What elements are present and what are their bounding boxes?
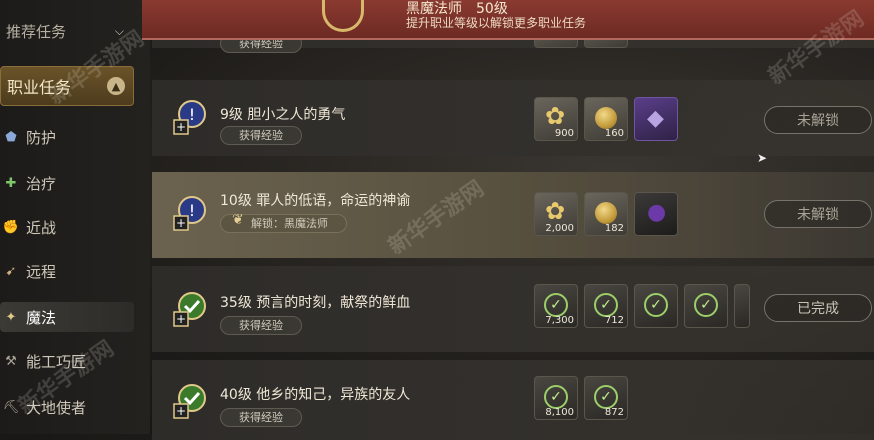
exp-reward[interactable]: 900: [534, 97, 578, 141]
sidebar-item-ranged[interactable]: ➹ 远程: [0, 256, 134, 286]
sidebar-item-healer[interactable]: ✚ 治疗: [0, 168, 134, 198]
quest-title: 10级 罪人的低语，命运的神谕: [220, 193, 411, 209]
gil-reward[interactable]: 182: [584, 192, 628, 236]
banner-subtitle: 提升职业等级以解锁更多职业任务: [406, 16, 587, 30]
svg-text:+: +: [176, 120, 186, 134]
exp-reward[interactable]: 2,000: [534, 192, 578, 236]
status-completed-button[interactable]: 已完成: [764, 294, 872, 322]
sidebar-item-tank[interactable]: ⬟ 防护: [0, 122, 134, 152]
shield-icon: ⬟: [5, 129, 17, 145]
sidebar-item-label: 近战: [26, 218, 57, 237]
unlock-icon: ❦: [232, 212, 244, 228]
reward-claimed[interactable]: ✓ 8,100: [534, 376, 578, 420]
reward-amount: 900: [554, 128, 574, 139]
quest-row-selected[interactable]: ! + 10级 罪人的低语，命运的神谕 解锁：黑魔法师 ❦ 2,000 182 …: [152, 172, 874, 258]
check-icon: ✓: [544, 385, 568, 409]
quest-title: 35级 预言的时刻，献祭的鲜血: [220, 295, 411, 311]
reward-amount: 8,100: [545, 407, 574, 418]
check-icon: ✓: [594, 385, 618, 409]
reward-claimed[interactable]: ✓ 712: [584, 284, 628, 328]
reward-amount: 182: [604, 223, 624, 234]
recommended-quests-label: 推荐任务: [6, 22, 67, 41]
svg-text:!: !: [189, 105, 195, 124]
sidebar-item-label: 远程: [26, 262, 57, 281]
sidebar-item-label: 防护: [26, 128, 57, 147]
svg-text:+: +: [176, 312, 186, 326]
quest-row[interactable]: + 35级 预言的时刻，献祭的鲜血 获得经验 ✓ 7,300 ✓ 712 ✓ ✓ 已…: [152, 266, 874, 352]
reward-claimed[interactable]: ✓: [634, 284, 678, 328]
reward-amount: 7,300: [545, 315, 574, 326]
check-icon: ✓: [594, 293, 618, 317]
quest-tag: 获得经验: [220, 126, 302, 145]
status-locked-button[interactable]: 未解锁: [764, 106, 872, 134]
fist-icon: ✊: [2, 219, 20, 235]
quest-locked-icon: ! +: [173, 196, 206, 231]
reward-claimed[interactable]: ✓ 7,300: [534, 284, 578, 328]
class-emblem-icon: [322, 0, 364, 32]
reward-amount: 160: [604, 128, 624, 139]
reward-claimed[interactable]: ✓: [684, 284, 728, 328]
chevron-up-icon: ▲: [107, 77, 125, 95]
quest-row[interactable]: ! + 9级 胆小之人的勇气 获得经验 900 160 未解锁: [152, 80, 874, 156]
svg-text:+: +: [176, 216, 186, 230]
sidebar-item-magic[interactable]: ✦ 魔法: [0, 302, 134, 332]
svg-text:+: +: [176, 404, 186, 418]
sidebar-item-melee[interactable]: ✊ 近战: [0, 212, 134, 242]
quest-complete-icon: +: [173, 292, 206, 327]
wand-icon: ✦: [5, 309, 17, 325]
status-locked-button[interactable]: 未解锁: [764, 200, 872, 228]
quest-title: 40级 他乡的知己，异族的友人: [220, 387, 411, 403]
reward-amount: 872: [604, 407, 624, 418]
quest-row[interactable]: + 40级 他乡的知己，异族的友人 获得经验 ✓ 8,100 ✓ 872: [152, 360, 874, 440]
mouse-cursor-icon: ➤: [757, 151, 768, 165]
check-icon: ✓: [544, 293, 568, 317]
sidebar-item-label: 魔法: [26, 308, 57, 327]
sidebar-item-label: 治疗: [26, 174, 57, 193]
quest-tag: 获得经验: [220, 408, 302, 427]
check-icon: ✓: [694, 293, 718, 317]
reward-amount: 712: [604, 315, 624, 326]
item-reward[interactable]: [634, 97, 678, 141]
hammer-icon: ⚒: [5, 353, 17, 369]
item-reward[interactable]: [634, 192, 678, 236]
gil-reward[interactable]: 160: [584, 97, 628, 141]
reward-amount: 2,000: [545, 223, 574, 234]
quest-complete-icon: +: [173, 384, 206, 419]
arrow-icon: ➹: [5, 263, 17, 279]
svg-text:!: !: [189, 201, 195, 220]
cross-icon: ✚: [5, 175, 17, 191]
class-banner: 黑魔法师 50级 提升职业等级以解锁更多职业任务: [142, 0, 874, 40]
quest-locked-icon: ! +: [173, 100, 206, 135]
reward-claimed[interactable]: [734, 284, 750, 328]
quest-title: 9级 胆小之人的勇气: [220, 107, 346, 123]
quest-tag: 获得经验: [220, 316, 302, 335]
check-icon: ✓: [644, 293, 668, 317]
reward-claimed[interactable]: ✓ 872: [584, 376, 628, 420]
